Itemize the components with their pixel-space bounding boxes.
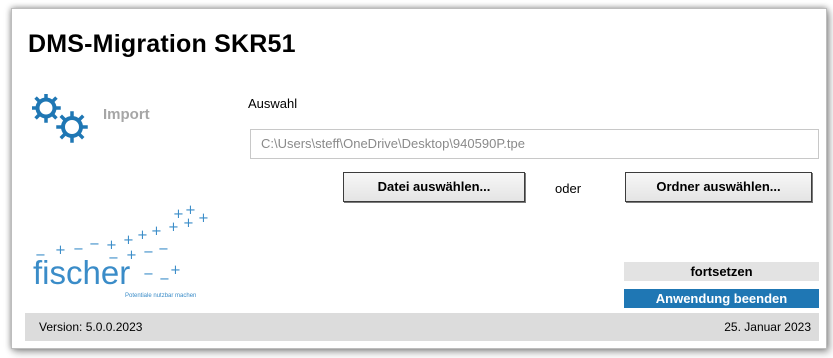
- version-text: Version: 5.0.0.2023: [39, 320, 143, 334]
- exit-button[interactable]: Anwendung beenden: [624, 289, 819, 308]
- import-label: Import: [103, 106, 150, 123]
- svg-text:+: +: [185, 204, 196, 218]
- logo-tagline: Potentiale nutzbar machen: [125, 293, 196, 299]
- or-label: oder: [555, 181, 582, 196]
- select-file-button[interactable]: Datei auswählen...: [343, 172, 525, 202]
- selection-label: Auswahl: [248, 96, 298, 111]
- svg-text:+: +: [137, 228, 148, 243]
- select-folder-button[interactable]: Ordner auswählen...: [625, 172, 812, 202]
- svg-text:−: −: [159, 272, 170, 287]
- svg-text:+: +: [151, 224, 162, 239]
- svg-text:+: +: [198, 211, 209, 226]
- svg-text:−: −: [89, 237, 100, 252]
- svg-text:+: +: [123, 233, 134, 248]
- svg-text:+: +: [183, 216, 194, 231]
- svg-text:+: +: [170, 263, 181, 278]
- svg-text:+: +: [173, 207, 184, 222]
- gears-icon: [32, 94, 88, 143]
- path-input[interactable]: C:\Users\steff\OneDrive\Desktop\940590P.…: [250, 129, 819, 159]
- date-text: 25. Januar 2023: [724, 320, 811, 334]
- svg-text:+: +: [168, 220, 179, 235]
- svg-text:−: −: [158, 242, 169, 257]
- gear-large-icon: [32, 94, 61, 123]
- continue-button[interactable]: fortsetzen: [624, 262, 819, 281]
- svg-text:−: −: [143, 245, 154, 260]
- svg-text:−: −: [143, 267, 154, 282]
- fischer-logo: − + − − + + + + + + + + + − + − − + − − …: [33, 204, 209, 299]
- status-bar: Version: 5.0.0.2023 25. Januar 2023: [25, 313, 819, 341]
- logo-brand: fischer: [33, 254, 130, 291]
- gear-small-icon: [56, 111, 88, 143]
- app-title: DMS-Migration SKR51: [28, 30, 296, 58]
